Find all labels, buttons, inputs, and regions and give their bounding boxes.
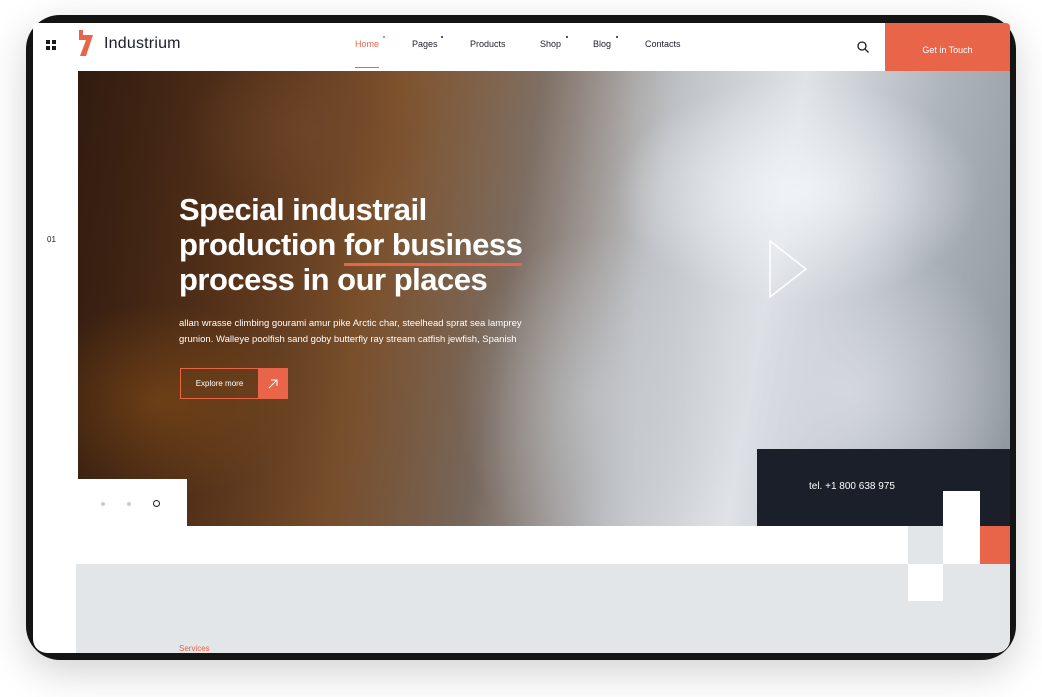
decorative-square (943, 564, 1010, 601)
slider-pagination (78, 479, 187, 526)
hero-title-line: Special industrail (179, 192, 427, 227)
hero-slider: Special industrail production for busine… (78, 71, 1010, 526)
nav-item-products[interactable]: Products (470, 39, 506, 49)
arrow-up-right-icon (258, 369, 287, 398)
nav-item-home[interactable]: Home (355, 39, 379, 49)
grid-icon[interactable] (46, 40, 56, 50)
dropdown-indicator-icon (383, 36, 385, 38)
nav-item-blog[interactable]: Blog (593, 39, 611, 49)
explore-more-button[interactable]: Explore more (180, 368, 288, 399)
hero-title-highlight: for business (343, 227, 523, 266)
decorative-square (943, 491, 980, 559)
explore-more-label: Explore more (195, 379, 244, 388)
dropdown-indicator-icon (441, 36, 443, 38)
slide-number: 01 (47, 235, 56, 244)
phone-number[interactable]: tel. +1 800 638 975 (809, 481, 895, 492)
hero-title: Special industrail production for busine… (179, 192, 559, 297)
slider-dot-active[interactable] (153, 500, 160, 507)
logo-text[interactable]: Industrium (104, 35, 181, 53)
website-screen: Industrium Home Pages Products Shop Blog… (33, 23, 1010, 653)
hero-title-part: production (179, 227, 344, 262)
slider-dot[interactable] (127, 502, 131, 506)
hero-title-line: process in our places (179, 262, 488, 297)
decorative-square (908, 564, 943, 601)
active-nav-indicator (355, 67, 379, 68)
hero-title-line: production for business (179, 227, 559, 266)
logo-icon[interactable] (77, 30, 95, 56)
search-icon[interactable] (856, 40, 870, 54)
decorative-square (980, 526, 1010, 564)
nav-item-pages[interactable]: Pages (412, 39, 438, 49)
nav-item-contacts[interactable]: Contacts (645, 39, 681, 49)
services-section (76, 564, 1010, 653)
play-icon[interactable] (768, 239, 810, 299)
services-label: Services (179, 644, 210, 653)
dropdown-indicator-icon (616, 36, 618, 38)
dropdown-indicator-icon (566, 36, 568, 38)
nav-item-shop[interactable]: Shop (540, 39, 561, 49)
decorative-square (908, 526, 943, 564)
get-in-touch-button[interactable]: Get in Touch (885, 23, 1010, 77)
slider-dot[interactable] (101, 502, 105, 506)
hero-description: allan wrasse climbing gourami amur pike … (179, 318, 522, 345)
